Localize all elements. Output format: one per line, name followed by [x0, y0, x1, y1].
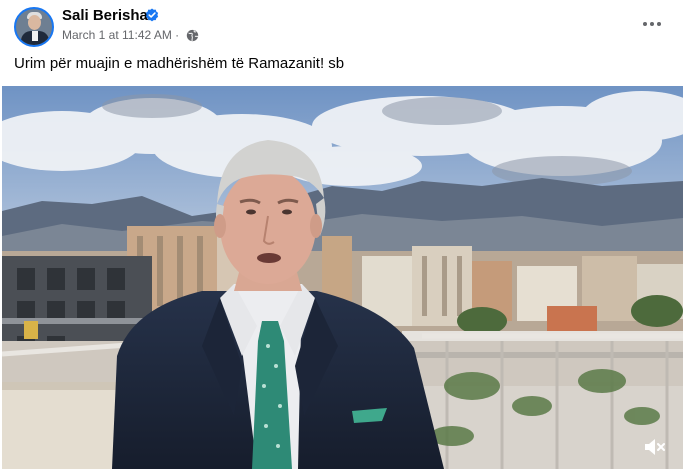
meta-separator: · [171, 28, 180, 42]
post-header: Sali Berisha March 1 at 11:42 AM · [0, 0, 685, 50]
more-options-icon[interactable] [640, 12, 664, 36]
author-avatar[interactable] [14, 7, 54, 47]
verified-badge-icon [145, 8, 159, 22]
post-meta: March 1 at 11:42 AM · [62, 28, 179, 42]
post-timestamp[interactable]: March 1 at 11:42 AM [62, 28, 172, 42]
globe-icon[interactable] [186, 29, 199, 42]
volume-muted-icon[interactable] [642, 436, 668, 458]
post-caption: Urim për muajin e madhërishëm të Ramazan… [14, 55, 345, 72]
video-player[interactable] [2, 86, 683, 469]
facebook-post-card: Sali Berisha March 1 at 11:42 AM · Urim … [0, 0, 685, 469]
author-name[interactable]: Sali Berisha [62, 7, 148, 24]
video-frame [2, 86, 683, 469]
